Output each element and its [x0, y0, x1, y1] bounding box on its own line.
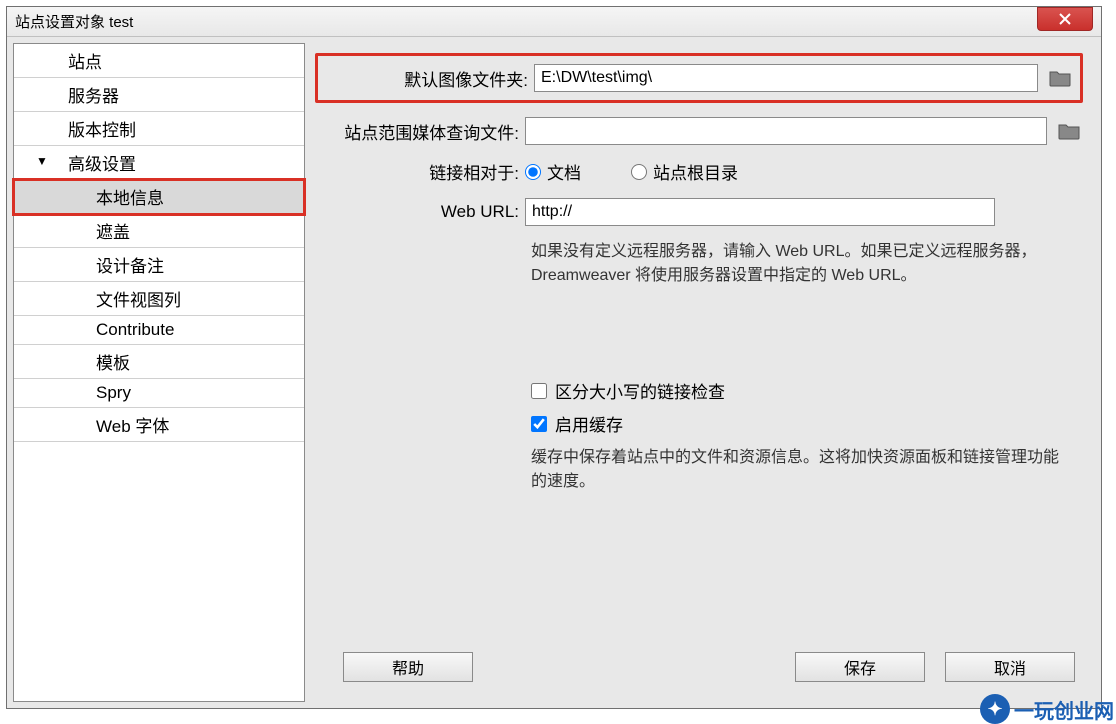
case-sensitive-row: 区分大小写的链接检查	[531, 378, 1083, 403]
sidebar-item-advanced[interactable]: 高级设置	[14, 146, 304, 180]
case-sensitive-checkbox[interactable]	[531, 383, 547, 399]
media-query-input[interactable]	[525, 117, 1047, 145]
sidebar-item-spry[interactable]: Spry	[14, 379, 304, 408]
dialog-window: 站点设置对象 test 站点 服务器 版本控制 高级设置 本地信息 遮盖 设计备…	[6, 6, 1102, 709]
sidebar-item-file-view-columns[interactable]: 文件视图列	[14, 282, 304, 316]
enable-cache-checkbox[interactable]	[531, 416, 547, 432]
default-images-label: 默认图像文件夹:	[324, 66, 534, 91]
enable-cache-row: 启用缓存	[531, 411, 1083, 436]
sidebar-item-design-notes[interactable]: 设计备注	[14, 248, 304, 282]
button-row: 帮助 保存 取消	[315, 642, 1083, 698]
watermark-text: 一玩创业网	[1014, 695, 1114, 724]
case-sensitive-label: 区分大小写的链接检查	[555, 378, 725, 403]
watermark-icon: ✦	[980, 694, 1010, 724]
cache-help-text: 缓存中保存着站点中的文件和资源信息。这将加快资源面板和链接管理功能的速度。	[531, 446, 1071, 494]
sidebar-item-version-control[interactable]: 版本控制	[14, 112, 304, 146]
save-button[interactable]: 保存	[795, 652, 925, 682]
links-relative-label: 链接相对于:	[315, 159, 525, 184]
default-images-input[interactable]	[534, 64, 1038, 92]
sidebar-item-servers[interactable]: 服务器	[14, 78, 304, 112]
sidebar: 站点 服务器 版本控制 高级设置 本地信息 遮盖 设计备注 文件视图列 Cont…	[13, 43, 305, 702]
radio-document-input[interactable]	[525, 164, 541, 180]
radio-site-root[interactable]: 站点根目录	[631, 159, 738, 184]
cancel-button[interactable]: 取消	[945, 652, 1075, 682]
sidebar-item-contribute[interactable]: Contribute	[14, 316, 304, 345]
web-url-input[interactable]	[525, 198, 995, 226]
folder-icon	[1049, 69, 1071, 87]
links-relative-radio-group: 文档 站点根目录	[525, 159, 738, 184]
media-query-row: 站点范围媒体查询文件:	[315, 117, 1083, 145]
radio-site-root-input[interactable]	[631, 164, 647, 180]
content-area: 站点 服务器 版本控制 高级设置 本地信息 遮盖 设计备注 文件视图列 Cont…	[7, 37, 1101, 708]
right-buttons: 保存 取消	[795, 652, 1075, 682]
help-button[interactable]: 帮助	[343, 652, 473, 682]
main-panel: 默认图像文件夹: 站点范围媒体查询文件: 链接相对于:	[305, 37, 1101, 708]
sidebar-item-web-fonts[interactable]: Web 字体	[14, 408, 304, 442]
watermark: ✦ 一玩创业网	[980, 694, 1114, 724]
radio-document[interactable]: 文档	[525, 159, 581, 184]
links-relative-row: 链接相对于: 文档 站点根目录	[315, 159, 1083, 184]
default-images-browse-button[interactable]	[1046, 66, 1074, 90]
cache-section: 区分大小写的链接检查 启用缓存 缓存中保存着站点中的文件和资源信息。这将加快资源…	[531, 378, 1083, 494]
sidebar-item-cloak[interactable]: 遮盖	[14, 214, 304, 248]
close-button[interactable]	[1037, 7, 1093, 31]
form-area: 默认图像文件夹: 站点范围媒体查询文件: 链接相对于:	[315, 51, 1083, 642]
radio-document-label: 文档	[547, 159, 581, 184]
radio-site-root-label: 站点根目录	[653, 159, 738, 184]
sidebar-item-local-info[interactable]: 本地信息	[14, 180, 304, 214]
folder-icon	[1058, 122, 1080, 140]
sidebar-item-templates[interactable]: 模板	[14, 345, 304, 379]
web-url-label: Web URL:	[315, 202, 525, 222]
enable-cache-label: 启用缓存	[555, 411, 623, 436]
default-images-row: 默认图像文件夹:	[315, 53, 1083, 103]
web-url-help-text: 如果没有定义远程服务器，请输入 Web URL。如果已定义远程服务器，Dream…	[531, 240, 1071, 288]
web-url-row: Web URL:	[315, 198, 1083, 226]
sidebar-item-site[interactable]: 站点	[14, 44, 304, 78]
window-title: 站点设置对象 test	[15, 11, 133, 32]
media-query-label: 站点范围媒体查询文件:	[315, 119, 525, 144]
close-icon	[1059, 13, 1071, 25]
media-query-browse-button[interactable]	[1055, 119, 1083, 143]
titlebar: 站点设置对象 test	[7, 7, 1101, 37]
